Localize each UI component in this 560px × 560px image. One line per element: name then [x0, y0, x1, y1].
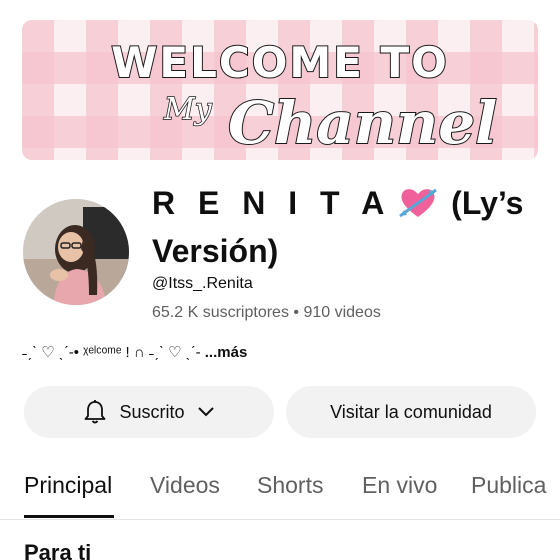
- channel-description[interactable]: ˗ˏˋ ♡ ˎˊ-• ᵡᵉˡᶜᵒᵐᵉ ! ∩ ˗ˏˋ ♡ ˎˊ- ...más: [22, 343, 247, 361]
- channel-name-main: R E N I T A: [152, 185, 392, 221]
- channel-name: R E N I T A (Ly’s Versión): [152, 182, 532, 272]
- channel-name-suffix: (Ly’s: [451, 185, 524, 221]
- channel-tabs: Principal Videos Shorts En vivo Publica: [0, 466, 560, 520]
- channel-avatar[interactable]: [23, 199, 129, 305]
- channel-stats: 65.2 K suscriptores • 910 videos: [152, 304, 381, 321]
- channel-name-version: Versión): [152, 233, 279, 269]
- section-title-para-ti: Para ti: [24, 540, 92, 560]
- description-more-link[interactable]: ...más: [205, 344, 248, 361]
- tab-shorts[interactable]: Shorts: [257, 472, 323, 499]
- visit-community-label: Visitar la comunidad: [330, 401, 492, 422]
- tab-videos[interactable]: Videos: [150, 472, 220, 499]
- channel-banner: WELCOME TO My Channel: [22, 20, 538, 160]
- tab-en-vivo[interactable]: En vivo: [362, 472, 437, 499]
- subscribed-label: Suscrito: [119, 401, 185, 422]
- channel-handle: @Itss_.Renita: [152, 275, 253, 292]
- banner-my-text: My: [163, 91, 212, 128]
- visit-community-button[interactable]: Visitar la comunidad: [286, 386, 536, 438]
- description-text: ˗ˏˋ ♡ ˎˊ-• ᵡᵉˡᶜᵒᵐᵉ ! ∩ ˗ˏˋ ♡ ˎˊ-: [22, 344, 201, 361]
- chevron-down-icon: [197, 406, 215, 418]
- banner-channel-text: Channel: [227, 89, 498, 157]
- active-tab-indicator: [24, 515, 114, 518]
- tab-principal[interactable]: Principal: [24, 472, 112, 499]
- tab-publicaciones[interactable]: Publica: [471, 472, 546, 499]
- banner-welcome-text: WELCOME TO: [110, 37, 449, 88]
- subscribed-button[interactable]: Suscrito: [24, 386, 274, 438]
- heart-with-arrow-icon: [398, 186, 438, 230]
- bell-icon: [83, 399, 107, 425]
